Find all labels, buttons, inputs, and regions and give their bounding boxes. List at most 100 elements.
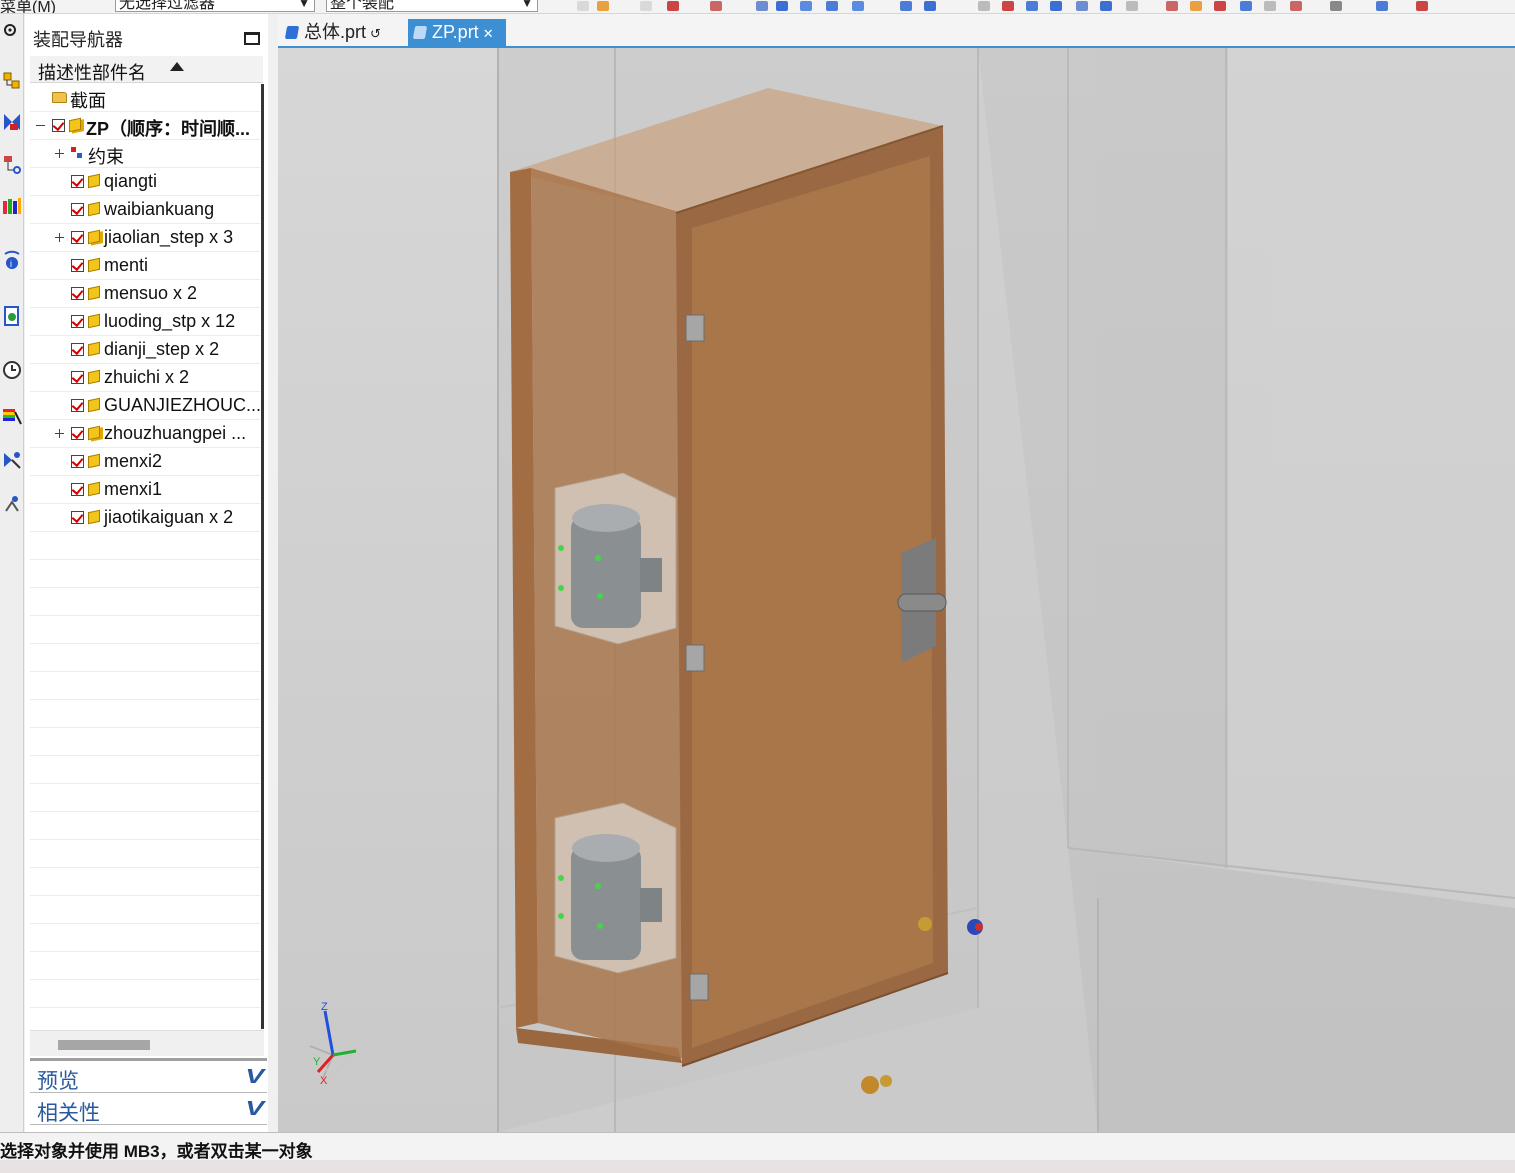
visibility-checkbox[interactable]	[71, 399, 84, 412]
tree-row-part[interactable]: luoding_stp x 12	[30, 308, 260, 336]
preview-panel-header[interactable]: 预览 V	[30, 1063, 267, 1093]
tab-overall-prt[interactable]: 总体.prt ↺	[280, 19, 405, 46]
visibility-checkbox[interactable]	[71, 343, 84, 356]
visualization-palette-icon[interactable]	[2, 406, 22, 426]
expand-icon[interactable]	[54, 148, 65, 159]
menu-button[interactable]: 菜单(M)	[0, 0, 56, 13]
system-scenes-icon[interactable]	[2, 494, 22, 514]
assembly-new-icon[interactable]	[1264, 1, 1276, 11]
clock-icon[interactable]	[2, 360, 22, 380]
snap-cube-icon[interactable]	[1100, 1, 1112, 11]
column-header-part-name[interactable]: 描述性部件名	[30, 56, 263, 83]
tree-row-part[interactable]: menti	[30, 252, 260, 280]
visibility-checkbox[interactable]	[71, 175, 84, 188]
tree-row-part[interactable]: jiaotikaiguan x 2	[30, 504, 260, 532]
horizontal-scrollbar[interactable]	[30, 1030, 264, 1056]
reuse-library-icon[interactable]	[2, 196, 22, 216]
assembly-check-icon[interactable]	[1416, 1, 1428, 11]
tree-row-part[interactable]: dianji_step x 2	[30, 336, 260, 364]
tree-row-part[interactable]: waibiankuang	[30, 196, 260, 224]
tree-row-section[interactable]: 截面	[30, 84, 260, 112]
tree-row-part[interactable]: menxi2	[30, 448, 260, 476]
snap-midpoint-icon[interactable]	[640, 1, 652, 11]
assembly-navigator: 装配导航器 描述性部件名 截面 ZP（顺序：时间顺... 约束 qiangti …	[25, 14, 268, 1132]
taskbar-strip	[0, 1160, 1515, 1173]
snap-quadrant-icon[interactable]	[776, 1, 788, 11]
web-browser-icon[interactable]: i	[2, 250, 22, 270]
snap-existing-icon[interactable]	[800, 1, 812, 11]
visibility-checkbox[interactable]	[71, 231, 84, 244]
part-icon	[88, 313, 100, 329]
tree-row-part[interactable]: qiangti	[30, 168, 260, 196]
dependencies-panel-header[interactable]: 相关性 V	[30, 1095, 267, 1125]
tree-row-part[interactable]: GUANJIEZHOUC...	[30, 392, 260, 420]
tree-row-subassembly[interactable]: zhouzhuangpei ...	[30, 420, 260, 448]
visibility-checkbox[interactable]	[71, 287, 84, 300]
selection-scope-dropdown[interactable]: 整个装配 ▼	[326, 0, 538, 12]
snap-intersection-icon[interactable]	[710, 1, 722, 11]
visibility-checkbox[interactable]	[71, 511, 84, 524]
snap-control-icon[interactable]	[667, 1, 679, 11]
assembly-pattern-icon[interactable]	[1330, 1, 1342, 11]
tree-row-subassembly[interactable]: jiaolian_step x 3	[30, 224, 260, 252]
snap-plane-icon[interactable]	[1076, 1, 1088, 11]
snap-pole-icon[interactable]	[1002, 1, 1014, 11]
snap-tangent-icon[interactable]	[924, 1, 936, 11]
selection-filter-dropdown[interactable]: 无选择过滤器 ▼	[115, 0, 315, 12]
snap-bounded-icon[interactable]	[900, 1, 912, 11]
history-icon[interactable]	[2, 306, 22, 326]
panel-divider[interactable]	[30, 1058, 267, 1061]
assembly-move-icon[interactable]	[1166, 1, 1178, 11]
snap-point-icon[interactable]	[577, 1, 589, 11]
snap-on-curve-icon[interactable]	[826, 1, 838, 11]
tab-zp-prt[interactable]: ZP.prt ✕	[408, 19, 506, 46]
settings-gear-icon[interactable]	[2, 20, 22, 40]
tree-row-root[interactable]: ZP（顺序：时间顺...	[30, 112, 260, 140]
sort-ascending-icon	[170, 62, 184, 71]
snap-line-icon[interactable]	[1050, 1, 1062, 11]
assembly-mirror-icon[interactable]	[1290, 1, 1302, 11]
assembly-add-icon[interactable]	[1240, 1, 1252, 11]
snap-clock-icon[interactable]	[978, 1, 990, 11]
snap-arc-center-icon[interactable]	[756, 1, 768, 11]
tree-row-label: menti	[104, 255, 149, 275]
maximize-icon[interactable]	[244, 32, 260, 45]
snap-endpoint-icon[interactable]	[597, 1, 609, 11]
tree-row-empty	[30, 672, 260, 700]
tree-row-empty	[30, 868, 260, 896]
scrollbar-thumb[interactable]	[58, 1040, 150, 1050]
expand-icon[interactable]	[54, 232, 65, 243]
visibility-checkbox[interactable]	[71, 203, 84, 216]
assembly-explode-icon[interactable]	[1376, 1, 1388, 11]
assembly-navigator-icon[interactable]	[2, 70, 22, 90]
part-icon	[88, 341, 100, 357]
constraint-navigator-icon[interactable]	[2, 112, 22, 132]
collapse-icon[interactable]	[35, 120, 46, 131]
vertical-scrollbar[interactable]	[261, 84, 264, 1029]
visibility-checkbox[interactable]	[71, 371, 84, 384]
triad-z-label: Z	[321, 1001, 328, 1013]
snap-box-icon[interactable]	[1126, 1, 1138, 11]
roles-icon[interactable]	[2, 450, 22, 470]
visibility-checkbox[interactable]	[52, 119, 65, 132]
tree-row-part[interactable]: zhuichi x 2	[30, 364, 260, 392]
tree-row-constraints[interactable]: 约束	[30, 140, 260, 168]
triad-y-label: Y	[313, 1056, 321, 1068]
navigator-title: 装配导航器	[33, 30, 123, 50]
assembly-rotate-icon[interactable]	[1214, 1, 1226, 11]
tree-row-empty	[30, 896, 260, 924]
expand-icon[interactable]	[54, 428, 65, 439]
visibility-checkbox[interactable]	[71, 455, 84, 468]
part-navigator-icon[interactable]	[2, 154, 22, 174]
visibility-checkbox[interactable]	[71, 427, 84, 440]
graphics-viewport[interactable]: Z Y X	[278, 48, 1515, 1132]
snap-on-face-icon[interactable]	[852, 1, 864, 11]
visibility-checkbox[interactable]	[71, 483, 84, 496]
close-icon[interactable]: ✕	[483, 26, 494, 41]
visibility-checkbox[interactable]	[71, 315, 84, 328]
snap-arrow-icon[interactable]	[1026, 1, 1038, 11]
tree-row-part[interactable]: mensuo x 2	[30, 280, 260, 308]
tree-row-part[interactable]: menxi1	[30, 476, 260, 504]
assembly-constraint-icon[interactable]	[1190, 1, 1202, 11]
visibility-checkbox[interactable]	[71, 259, 84, 272]
